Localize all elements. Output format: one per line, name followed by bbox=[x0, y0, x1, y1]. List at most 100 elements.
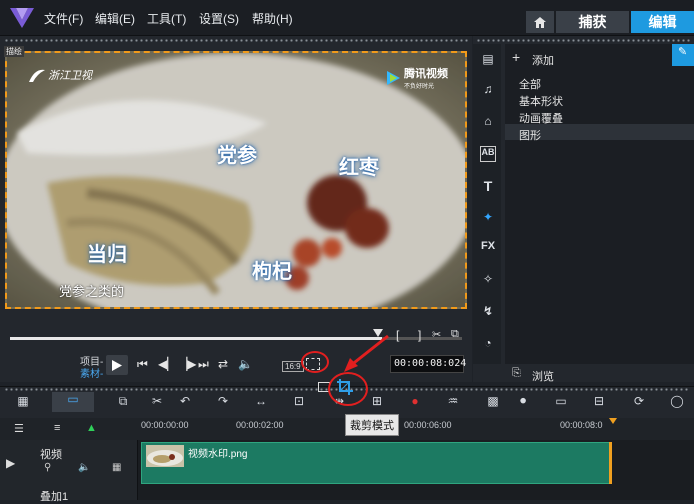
clip-thumbnail-image bbox=[147, 450, 183, 466]
home-button[interactable] bbox=[526, 11, 554, 33]
redo-icon[interactable]: ↷ bbox=[214, 394, 232, 410]
play-button[interactable] bbox=[106, 355, 128, 375]
clip-trim-handle[interactable] bbox=[609, 442, 612, 484]
library-item-graphics[interactable]: 图形 bbox=[519, 127, 541, 143]
undo-icon[interactable]: ↶ bbox=[176, 394, 194, 410]
timeline-clip[interactable]: 视频水印.png bbox=[141, 442, 611, 484]
browse-icon[interactable]: ⎘ bbox=[512, 367, 521, 380]
ruler-tick: 00:00:00:00 bbox=[141, 420, 189, 430]
playhead-marker[interactable] bbox=[609, 418, 617, 424]
mark-in-icon[interactable]: [ bbox=[396, 328, 399, 342]
mask-icon[interactable]: ⚫ bbox=[514, 394, 532, 410]
video-preview[interactable]: 浙江卫视 腾讯视频 不负好时光 党参 红枣 当归 枸杞 党参之类的 bbox=[5, 51, 467, 309]
fx-icon[interactable]: FX bbox=[480, 240, 496, 256]
timeline-view-button[interactable]: ▭ bbox=[52, 392, 94, 412]
annotation-circle bbox=[328, 372, 368, 406]
track-manager-icon[interactable]: ☰ bbox=[14, 422, 24, 435]
next-frame-icon[interactable]: ▕▶ bbox=[178, 357, 196, 371]
library-item-all[interactable]: 全部 bbox=[519, 76, 541, 92]
ruler-tick: 00:00:08:0 bbox=[560, 420, 603, 430]
fit-icon[interactable]: ↔ bbox=[252, 394, 270, 410]
tencent-video-slogan: 不负好时光 bbox=[404, 84, 435, 90]
ab-transition-icon[interactable]: AB bbox=[480, 146, 496, 162]
app-logo-icon bbox=[10, 8, 34, 28]
channel-logo-text: 浙江卫视 bbox=[48, 70, 92, 82]
audio-icon[interactable]: ♒ bbox=[444, 394, 462, 410]
timeline-view-icon: ▭ bbox=[67, 392, 79, 406]
channel-logo: 浙江卫视 bbox=[29, 67, 92, 83]
tools-icon[interactable]: ✂ bbox=[148, 394, 166, 410]
herb-label: 当归 bbox=[87, 244, 127, 266]
split-icon[interactable]: ⊞ bbox=[368, 394, 386, 410]
library-item-basic-shapes[interactable]: 基本形状 bbox=[519, 93, 563, 109]
home-start-icon[interactable]: ⏮ bbox=[137, 357, 148, 372]
pin-icon: ✎ bbox=[678, 46, 688, 58]
preview-image bbox=[7, 53, 465, 307]
tracks-icon[interactable]: ⧉ bbox=[114, 394, 132, 410]
motion-icon[interactable]: ⟳ bbox=[630, 394, 648, 410]
scrubber-track[interactable] bbox=[382, 337, 462, 340]
ruler-tick: 00:00:02:00 bbox=[236, 420, 284, 430]
copy-icon[interactable]: ⧉ bbox=[451, 328, 459, 341]
mark-out-icon[interactable]: ] bbox=[418, 328, 421, 342]
path-icon[interactable]: ↯ bbox=[480, 304, 496, 320]
tab-edit[interactable]: 编辑 bbox=[631, 11, 694, 33]
library-list bbox=[505, 44, 694, 364]
video-track-label: 视频 bbox=[40, 449, 62, 461]
add-marker-icon[interactable]: ▲ bbox=[86, 422, 97, 434]
menu-file[interactable]: 文件(F) bbox=[44, 10, 83, 27]
track-grid-icon[interactable]: ▦ bbox=[112, 462, 121, 473]
scrubber-progress[interactable] bbox=[10, 337, 382, 340]
tencent-video-logo: 腾讯视频 不负好时光 bbox=[385, 65, 448, 90]
chapter-icon[interactable]: ≡ bbox=[54, 422, 60, 434]
menu-settings[interactable]: 设置(S) bbox=[199, 10, 239, 27]
music-icon[interactable]: ♫ bbox=[480, 82, 496, 98]
annotation-circle bbox=[301, 351, 329, 373]
panel-grip[interactable] bbox=[4, 39, 468, 42]
grid-icon[interactable]: ⊟ bbox=[590, 394, 608, 410]
video-track-icon: ▶ bbox=[6, 456, 16, 470]
pin-button[interactable]: ✎ bbox=[672, 44, 694, 66]
volume-icon[interactable]: 🔈 bbox=[238, 357, 253, 371]
multicam-icon[interactable]: ▩ bbox=[484, 394, 502, 410]
scissors-icon[interactable]: ✂ bbox=[432, 328, 441, 341]
prev-frame-icon[interactable]: ◀▏ bbox=[158, 357, 176, 371]
crop-mode-tooltip: 裁剪模式 bbox=[345, 414, 399, 436]
link-icon[interactable]: ⚲ bbox=[44, 462, 51, 473]
panel-grip[interactable] bbox=[476, 39, 690, 42]
library-item-animated-overlay[interactable]: 动画覆叠 bbox=[519, 110, 563, 126]
menu-tools[interactable]: 工具(T) bbox=[147, 10, 186, 27]
repeat-icon[interactable]: ⇄ bbox=[218, 357, 228, 371]
particle-icon[interactable]: ✧ bbox=[480, 272, 496, 288]
speed-icon[interactable]: ◔ bbox=[480, 336, 496, 352]
subtitle: 党参之类的 bbox=[59, 284, 125, 299]
subtitle-icon[interactable]: ▭ bbox=[552, 394, 570, 410]
storyboard-view-icon[interactable]: ▦ bbox=[14, 394, 32, 410]
scene-icon[interactable]: ⌂ bbox=[480, 114, 496, 130]
tencent-video-text: 腾讯视频 bbox=[404, 68, 448, 80]
track-volume-icon[interactable]: 🔈 bbox=[78, 462, 90, 473]
clip-mode-label[interactable]: 素材- bbox=[80, 365, 103, 380]
channel-logo-icon bbox=[29, 69, 45, 82]
title-icon[interactable]: T bbox=[480, 178, 496, 194]
resize-icon[interactable]: ⊡ bbox=[290, 394, 308, 410]
add-button[interactable]: 添加 bbox=[532, 52, 554, 68]
ruler-tick: 00:00:06:00 bbox=[404, 420, 452, 430]
add-icon[interactable]: + bbox=[512, 49, 520, 65]
tab-capture[interactable]: 捕获 bbox=[556, 11, 629, 33]
menu-edit[interactable]: 编辑(E) bbox=[95, 10, 135, 27]
timecode-field[interactable]: 00:00:08:024 bbox=[390, 355, 466, 373]
play-logo-icon bbox=[387, 70, 400, 85]
menu-help[interactable]: 帮助(H) bbox=[252, 10, 293, 27]
herb-label: 党参 bbox=[217, 145, 257, 167]
graphics-icon[interactable]: ✦ bbox=[480, 210, 496, 226]
end-icon[interactable]: ⏭ bbox=[198, 357, 209, 372]
overlay-track-label: 叠加1 bbox=[40, 491, 69, 503]
clip-name: 视频水印.png bbox=[188, 449, 248, 460]
play-icon bbox=[112, 359, 122, 371]
media-icon[interactable]: ▤ bbox=[480, 52, 496, 68]
record-icon[interactable]: ● bbox=[406, 394, 424, 410]
frame-label: 描绘 bbox=[4, 46, 24, 57]
zoom-icon[interactable]: ◯ bbox=[668, 394, 686, 410]
browse-button[interactable]: 浏览 bbox=[532, 368, 554, 384]
